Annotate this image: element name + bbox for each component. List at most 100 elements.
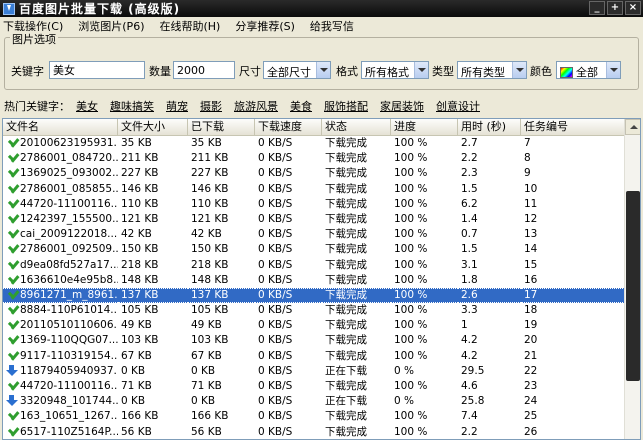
cell-time: 29.5 [458,364,521,379]
count-input[interactable] [173,61,235,79]
color-label: 颜色 [530,65,552,78]
hot-keyword-link[interactable]: 创意设计 [436,98,480,114]
download-list-header: 文件名 文件大小 已下载 下载速度 状态 进度 用时 (秒) 任务编号 [3,119,625,136]
cell-progress: 100 % [391,379,458,394]
cell-filename-text: 2786001_085855... [20,182,118,195]
cell-task-id-text: 26 [524,425,538,438]
table-row[interactable]: 11879405940937... 0 KB 0 KB 0 KB/S 正在下载 0 % 29… [3,364,625,379]
cell-status-text: 下载完成 [325,304,367,317]
cell-speed-text: 0 KB/S [258,334,293,347]
menu-online-help[interactable]: 在线帮助(H) [159,18,220,34]
cell-task-id-text: 12 [524,212,538,225]
cell-status-text: 下载完成 [325,243,367,256]
hot-keyword-link[interactable]: 萌宠 [166,98,188,114]
minimize-button[interactable]: _ [589,1,605,15]
cell-filename-text: 20110510110606... [20,319,118,332]
cell-downloaded: 110 KB [188,197,255,212]
cell-filesize-text: 49 KB [121,319,152,332]
cell-speed: 0 KB/S [255,333,322,348]
table-row[interactable]: 1636610e4e95b8... 148 KB 148 KB 0 KB/S 下载完成 1… [3,273,625,288]
cell-task-id: 25 [521,409,625,424]
table-row[interactable]: 20100623195931... 35 KB 35 KB 0 KB/S 下载完成 100… [3,136,625,151]
format-select[interactable]: 所有格式 [361,61,429,79]
download-list[interactable]: 文件名 文件大小 已下载 下载速度 状态 进度 用时 (秒) 任务编号 2010… [2,118,641,440]
scrollbar-thumb[interactable] [626,191,640,381]
keyword-input[interactable] [49,61,145,79]
checkmark-icon [6,152,18,163]
menu-share[interactable]: 分享推荐(S) [235,18,295,34]
table-row[interactable]: 2786001_084720... 211 KB 211 KB 0 KB/S 下载完成 1… [3,151,625,166]
table-row[interactable]: 1242397_155500... 121 KB 121 KB 0 KB/S 下载完成 1… [3,212,625,227]
column-header-progress[interactable]: 进度 [391,119,458,136]
cell-speed-text: 0 KB/S [258,349,293,362]
cell-task-id-text: 9 [524,167,531,180]
menu-write-letter[interactable]: 给我写信 [310,18,354,34]
table-row[interactable]: 6517-110Z5164P... 56 KB 56 KB 0 KB/S 下载完成 100… [3,425,625,439]
cell-progress: 100 % [391,303,458,318]
cell-downloaded-text: 110 KB [191,197,229,210]
table-row[interactable]: 3320948_101744... 0 KB 0 KB 0 KB/S 正在下载 0 % 25… [3,394,625,409]
cell-time: 2.6 [458,287,521,304]
table-row[interactable]: 2786001_085855... 146 KB 146 KB 0 KB/S 下载完成 1… [3,182,625,197]
hot-keyword-link[interactable]: 家居装饰 [380,98,424,114]
table-row[interactable]: cai_2009122018... 42 KB 42 KB 0 KB/S 下载完成 100… [3,227,625,242]
maximize-button[interactable]: + [607,1,623,15]
table-row[interactable]: 44720-11100116... 71 KB 71 KB 0 KB/S 下载完成 100… [3,379,625,394]
table-row[interactable]: 9117-110319154... 67 KB 67 KB 0 KB/S 下载完成 100… [3,349,625,364]
table-row[interactable]: 2786001_092509... 150 KB 150 KB 0 KB/S 下载完成 1… [3,242,625,257]
column-header-downloaded[interactable]: 已下载 [188,119,255,136]
close-button[interactable]: × [625,1,641,15]
column-header-status[interactable]: 状态 [322,119,391,136]
cell-filename-text: 44720-11100116... [20,197,118,210]
cell-speed-text: 0 KB/S [258,258,293,271]
cell-filesize-text: 150 KB [121,243,159,256]
cell-filesize: 121 KB [118,212,188,227]
menu-browse-images[interactable]: 浏览图片(P6) [78,18,144,34]
column-header-task-id[interactable]: 任务编号 [521,119,625,136]
cell-speed: 0 KB/S [255,227,322,242]
table-row[interactable]: d9ea08fd527a17... 218 KB 218 KB 0 KB/S 下载完成 1… [3,258,625,273]
checkmark-icon [6,228,18,239]
cell-downloaded: 146 KB [188,182,255,197]
scroll-up-button[interactable] [625,119,640,135]
table-row[interactable]: 20110510110606... 49 KB 49 KB 0 KB/S 下载完成 100… [3,318,625,333]
hot-keyword-link[interactable]: 美女 [76,98,98,114]
cell-status: 下载完成 [322,318,391,333]
cell-status-text: 下载完成 [325,212,367,225]
cell-filename-text: 8884-110P61014... [20,304,118,317]
cell-time: 4.2 [458,333,521,348]
table-row[interactable]: 8961271_m_8961... 137 KB 137 KB 0 KB/S 下载完成 1… [3,287,625,304]
hot-keyword-link[interactable]: 美食 [290,98,312,114]
hot-keyword-link[interactable]: 旅游风景 [234,98,278,114]
cell-filesize: 49 KB [118,318,188,333]
cell-filesize-text: 166 KB [121,410,159,423]
download-list-body: 20100623195931... 35 KB 35 KB 0 KB/S 下载完成 100… [3,136,625,439]
type-select[interactable]: 所有类型 [457,61,527,79]
table-row[interactable]: 1369025_093002... 227 KB 227 KB 0 KB/S 下载完成 1… [3,166,625,181]
cell-time: 1.4 [458,212,521,227]
cell-speed-text: 0 KB/S [258,425,293,438]
cell-progress-text: 100 % [394,425,428,438]
column-header-time[interactable]: 用时 (秒) [458,119,521,136]
checkmark-icon [6,243,18,254]
table-row[interactable]: 1369-110QQG07... 103 KB 103 KB 0 KB/S 下载完成 10… [3,333,625,348]
size-select[interactable]: 全部尺寸 [263,61,331,79]
checkmark-icon [6,319,18,330]
table-row[interactable]: 163_10651_1267... 166 KB 166 KB 0 KB/S 下载完成 1… [3,409,625,424]
table-row[interactable]: 44720-11100116... 110 KB 110 KB 0 KB/S 下载完成 1… [3,197,625,212]
vertical-scrollbar[interactable] [624,119,640,439]
cell-filename-text: 11879405940937... [20,364,118,377]
color-select[interactable]: 全部 [556,61,621,79]
hot-keyword-link[interactable]: 摄影 [200,98,222,114]
cell-downloaded-text: 0 KB [191,364,216,377]
cell-filesize: 0 KB [118,364,188,379]
cell-task-id: 10 [521,182,625,197]
hot-keyword-link[interactable]: 趣味搞笑 [110,98,154,114]
hot-keyword-link[interactable]: 服饰搭配 [324,98,368,114]
table-row[interactable]: 8884-110P61014... 105 KB 105 KB 0 KB/S 下载完成 1… [3,303,625,318]
column-header-filesize[interactable]: 文件大小 [118,119,188,136]
column-header-filename[interactable]: 文件名 [3,119,118,136]
cell-filename: 2786001_085855... [3,182,118,197]
cell-speed: 0 KB/S [255,151,322,166]
column-header-speed[interactable]: 下载速度 [255,119,322,136]
